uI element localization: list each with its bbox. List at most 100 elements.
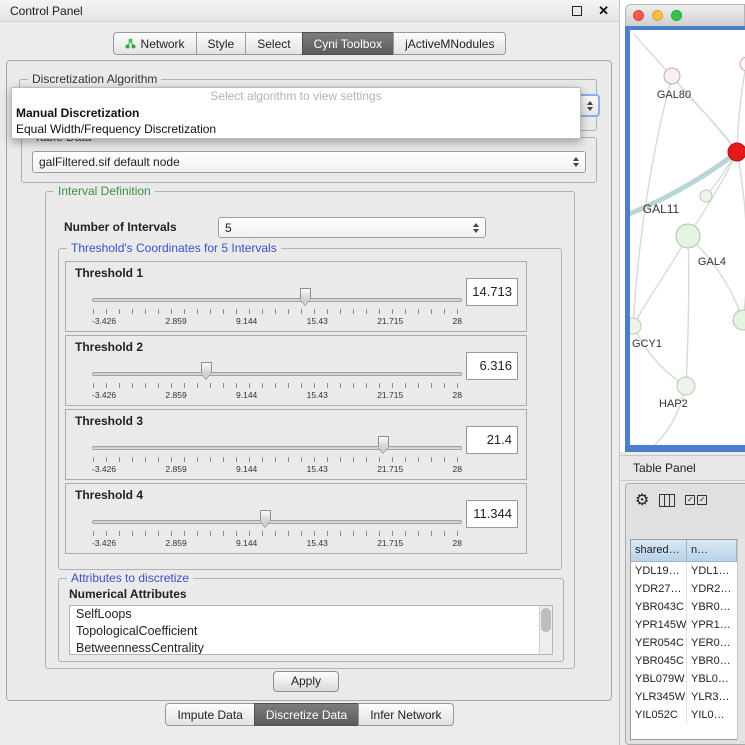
slider-ticks	[93, 383, 461, 388]
network-node[interactable]	[676, 224, 700, 248]
tab-discretize-data[interactable]: Discretize Data	[254, 703, 359, 726]
network-node[interactable]	[630, 318, 641, 334]
interval-definition-group: Interval Definition Number of Intervals …	[45, 191, 575, 669]
scale-label: 21.715	[377, 316, 403, 326]
table-row[interactable]: YBR043CYBR0…	[631, 598, 737, 616]
scale-label: -3.426	[92, 538, 116, 548]
network-edge[interactable]	[633, 236, 688, 326]
minimize-traffic-light-icon[interactable]	[652, 10, 663, 21]
network-canvas[interactable]: GAL80GAGAL11GAL4GCY1HAP2	[630, 30, 745, 445]
tab-label: Cyni Toolbox	[314, 37, 382, 51]
scale-label: 9.144	[236, 464, 257, 474]
table-row[interactable]: YBR045CYBR0…	[631, 652, 737, 670]
combo-stepper-icon	[473, 223, 479, 233]
network-edge[interactable]	[686, 236, 689, 386]
slider-thumb-icon[interactable]	[201, 362, 212, 373]
tab-style[interactable]: Style	[196, 32, 247, 55]
control-panel-window: Control Panel ✕ NetworkStyleSelectCyni T…	[0, 0, 620, 745]
table-column-header[interactable]: n…	[687, 540, 737, 562]
close-traffic-light-icon[interactable]	[633, 10, 644, 21]
table-cell: YDL19…	[631, 562, 687, 580]
table-row[interactable]: YPR145WYPR1…	[631, 616, 737, 634]
columns-icon[interactable]	[659, 494, 675, 507]
num-intervals-combo[interactable]: 5	[218, 217, 486, 238]
network-edge[interactable]	[654, 386, 686, 445]
float-window-icon[interactable]	[572, 6, 582, 16]
thresholds-group-title: Threshold's Coordinates for 5 Intervals	[67, 241, 281, 255]
threshold-slider[interactable]: -3.4262.8599.14415.4321.71528	[92, 432, 462, 478]
network-node[interactable]	[740, 57, 745, 71]
table-browser-window: ⚙ ✓ ✓ shared…n… YDL19…YDL1…YDR27…YDR2…YB…	[625, 483, 745, 745]
scrollbar-thumb[interactable]	[541, 608, 551, 632]
slider-scale: -3.4262.8599.14415.4321.71528	[92, 538, 462, 548]
zoom-traffic-light-icon[interactable]	[671, 10, 682, 21]
network-canvas-svg: GAL80GAGAL11GAL4GCY1HAP2	[630, 30, 745, 445]
tab-infer-network[interactable]: Infer Network	[358, 703, 453, 726]
network-edge[interactable]	[737, 60, 745, 152]
tab-cyni-toolbox[interactable]: Cyni Toolbox	[302, 32, 394, 55]
tab-impute-data[interactable]: Impute Data	[165, 703, 254, 726]
threshold-value-field[interactable]: 11.344	[466, 500, 518, 528]
threshold-label: Threshold 1	[75, 266, 143, 280]
threshold-value-field[interactable]: 14.713	[466, 278, 518, 306]
attribute-item[interactable]: BetweennessCentrality	[70, 640, 552, 655]
threshold-slider[interactable]: -3.4262.8599.14415.4321.71528	[92, 358, 462, 404]
table-row[interactable]: YBL079WYBL0…	[631, 670, 737, 688]
table-cell: YLR345W	[631, 688, 687, 706]
slider-thumb-icon[interactable]	[378, 436, 389, 447]
dropdown-option-equal-width-frequency-discretization[interactable]: Equal Width/Frequency Discretization	[12, 121, 580, 137]
threshold-value-field[interactable]: 21.4	[466, 426, 518, 454]
table-row[interactable]: YER054CYER0…	[631, 634, 737, 652]
attributes-group: Attributes to discretize Numerical Attri…	[58, 578, 564, 662]
scale-label: 21.715	[377, 390, 403, 400]
network-node[interactable]	[733, 310, 745, 330]
attribute-item[interactable]: SelfLoops	[70, 606, 552, 623]
table-column-header[interactable]: shared…	[631, 540, 687, 562]
slider-scale: -3.4262.8599.14415.4321.71528	[92, 464, 462, 474]
network-node[interactable]	[677, 377, 695, 395]
network-edge[interactable]	[688, 236, 743, 320]
table-row[interactable]: YLR345WYLR3…	[631, 688, 737, 706]
table-data-combo[interactable]: galFiltered.sif default node	[32, 151, 586, 173]
network-node-label: GAL80	[657, 89, 691, 101]
tab-select[interactable]: Select	[245, 32, 302, 55]
table-data-combo-value: galFiltered.sif default node	[39, 155, 180, 169]
threshold-slider[interactable]: -3.4262.8599.14415.4321.71528	[92, 506, 462, 552]
slider-thumb-icon[interactable]	[300, 288, 311, 299]
table-row[interactable]: YIL052CYIL0…	[631, 706, 737, 724]
scale-label: 2.859	[165, 316, 186, 326]
dropdown-option-manual-discretization[interactable]: Manual Discretization	[12, 105, 580, 121]
threshold-label: Threshold 4	[75, 488, 143, 502]
tab-jactivemnodules[interactable]: jActiveMNodules	[393, 32, 506, 55]
scale-label: 21.715	[377, 464, 403, 474]
scale-label: 2.859	[165, 464, 186, 474]
slider-ticks	[93, 309, 461, 314]
network-node[interactable]	[700, 190, 712, 202]
list-scrollbar[interactable]	[539, 606, 552, 654]
table-cell: YDR2…	[687, 583, 737, 595]
network-node[interactable]	[664, 68, 680, 84]
threshold-slider[interactable]: -3.4262.8599.14415.4321.71528	[92, 284, 462, 330]
close-window-icon[interactable]: ✕	[598, 3, 609, 19]
network-edge[interactable]	[737, 152, 745, 320]
network-node[interactable]	[728, 143, 745, 161]
scale-label: 15.43	[307, 538, 328, 548]
attribute-item[interactable]: TopologicalCoefficient	[70, 623, 552, 640]
slider-track	[92, 446, 462, 450]
gear-icon[interactable]: ⚙	[635, 492, 649, 508]
table-row[interactable]: YDL19…YDL1…	[631, 562, 737, 580]
tab-network[interactable]: Network	[113, 32, 197, 55]
table-row[interactable]: YDR27…YDR2…	[631, 580, 737, 598]
table-scrollbar[interactable]	[737, 539, 745, 740]
table-cell: YBR045C	[631, 652, 687, 670]
slider-thumb-icon[interactable]	[260, 510, 271, 521]
scale-label: 9.144	[236, 390, 257, 400]
threshold-value-field[interactable]: 6.316	[466, 352, 518, 380]
apply-button[interactable]: Apply	[273, 671, 339, 692]
threshold-panel: Threshold 2-3.4262.8599.14415.4321.71528…	[65, 335, 527, 406]
checkbox-icon[interactable]: ✓	[685, 495, 695, 505]
checkbox-icon[interactable]: ✓	[697, 495, 707, 505]
scale-label: 9.144	[236, 538, 257, 548]
table-cell: YPR1…	[687, 619, 737, 631]
network-edge[interactable]	[633, 326, 686, 386]
